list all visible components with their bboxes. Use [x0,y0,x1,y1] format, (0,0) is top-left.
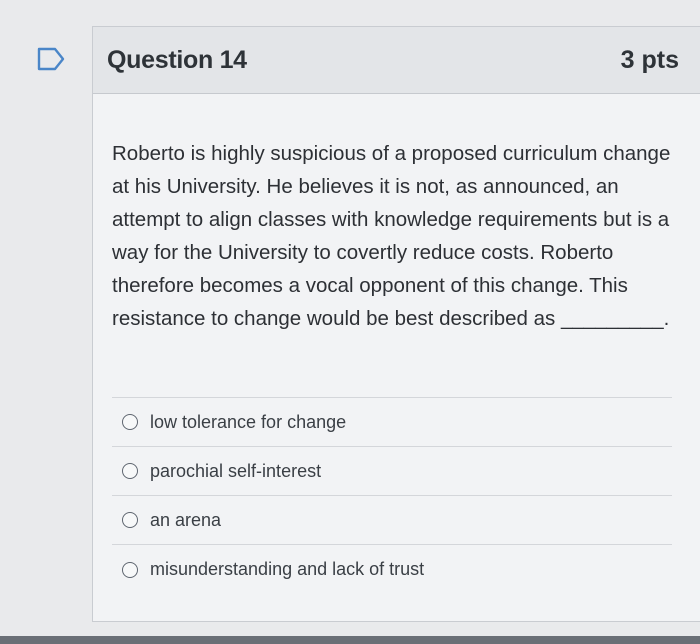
radio-button-icon[interactable] [122,463,138,479]
radio-button-icon[interactable] [122,561,138,578]
question-points: 3 pts [620,46,679,74]
question-title: Question 14 [107,46,247,74]
question-card: Question 14 3 pts Roberto is highly susp… [92,26,700,622]
answer-option[interactable]: an arena [112,496,672,545]
radio-button-icon[interactable] [122,414,138,430]
question-header: Question 14 3 pts [93,27,700,94]
bottom-edge [0,636,700,644]
question-text: Roberto is highly suspicious of a propos… [112,142,671,330]
answer-label: an arena [150,509,222,530]
answer-option[interactable]: parochial self-interest [112,447,672,496]
answer-option[interactable]: low tolerance for change [112,398,672,447]
bookmark-flag-icon[interactable] [36,46,66,72]
answer-option[interactable]: misunderstanding and lack of trust [112,545,672,594]
radio-button-icon[interactable] [122,512,138,528]
answer-label: parochial self-interest [150,460,322,481]
answer-label: misunderstanding and lack of trust [150,559,425,579]
answer-label: low tolerance for change [150,411,347,432]
answer-list: low tolerance for change parochial self-… [112,397,672,594]
